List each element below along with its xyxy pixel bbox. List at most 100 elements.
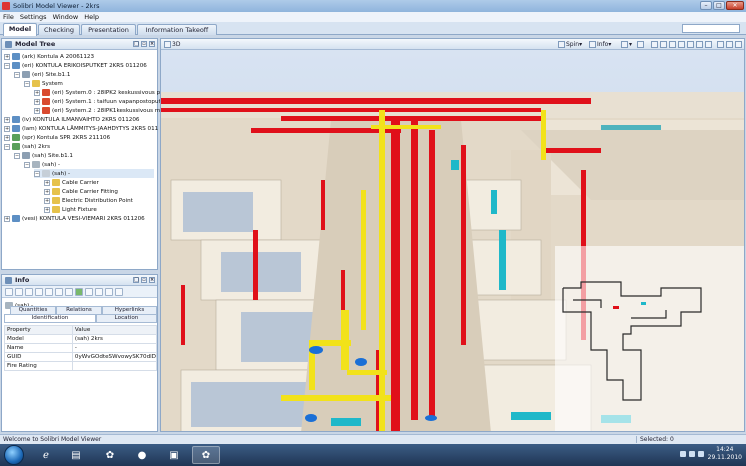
tree-row[interactable]: + (lam) KONTULA LÄMMITYS-JAAHDYTYS 2KRS 0… (4, 124, 158, 133)
tree-row[interactable]: − (sah) - (34, 169, 154, 178)
walk-button[interactable] (705, 41, 713, 48)
home-icon[interactable] (25, 287, 33, 296)
close-button[interactable]: ✕ (726, 1, 744, 10)
filter-icon[interactable] (45, 287, 53, 296)
tree-row[interactable]: + Cable Carrier Fitting (44, 187, 118, 196)
panel-close-button[interactable] (735, 41, 743, 48)
column-header-value[interactable]: Value (71, 325, 158, 335)
forward-icon[interactable] (15, 287, 23, 296)
menu-help[interactable]: Help (84, 13, 99, 21)
tree-row[interactable]: − (sah) Site.b1.1 (14, 151, 73, 160)
tree-row[interactable]: + (eri) System.1 : taifuun vapanpostoputk… (34, 97, 165, 106)
panel-restore-icon[interactable]: □ (133, 41, 139, 47)
tree-row[interactable]: + (vesi) KONTULA VESI-VIEMARI 2KRS 011206 (4, 214, 145, 223)
list-icon[interactable] (55, 287, 63, 296)
bim-3d-model-view[interactable] (161, 50, 745, 432)
menu-settings[interactable]: Settings (20, 13, 47, 21)
collapse-toggle-icon[interactable]: − (24, 161, 30, 168)
zoom-window-button[interactable] (687, 41, 695, 48)
panel-close-icon[interactable]: × (149, 277, 155, 283)
panel-restore-icon[interactable]: □ (133, 277, 139, 283)
export-icon[interactable] (95, 287, 103, 296)
expand-toggle-icon[interactable]: + (34, 107, 40, 114)
refresh-icon[interactable] (75, 287, 83, 296)
print-icon[interactable] (105, 287, 113, 296)
collapse-toggle-icon[interactable]: − (24, 80, 30, 87)
firefox-icon[interactable]: ● (128, 446, 156, 464)
panel-restore-button[interactable] (717, 41, 725, 48)
tree-row[interactable]: − (sah) - (24, 160, 60, 169)
menu-file[interactable]: File (3, 13, 14, 21)
expand-toggle-icon[interactable]: + (4, 53, 10, 60)
tree-row[interactable]: + Light Fixture (44, 205, 97, 214)
collapse-toggle-icon[interactable]: − (4, 62, 10, 69)
document-icon[interactable]: ▣ (160, 446, 188, 464)
expand-toggle-icon[interactable]: + (44, 188, 50, 195)
maximize-button[interactable]: □ (713, 1, 725, 10)
minimize-button[interactable]: – (700, 1, 712, 10)
network-icon[interactable] (680, 451, 686, 457)
tree-row[interactable]: − (eri) Site.b1.1 (14, 70, 70, 79)
flag-icon[interactable] (698, 451, 704, 457)
tree-row[interactable]: + (ark) Kontula A 20061123 (4, 52, 94, 61)
tree-row[interactable]: − (eri) KONTULA ERIKOISPUTKET 2KRS 011206 (4, 61, 147, 70)
collapse-toggle-icon[interactable]: − (34, 170, 40, 177)
tree-row[interactable]: + (spr) Kontula SPR 2KRS 211106 (4, 133, 110, 142)
expand-toggle-icon[interactable]: + (4, 215, 10, 222)
panel-close-icon[interactable]: × (149, 41, 155, 47)
collapse-toggle-icon[interactable]: − (14, 152, 20, 159)
table-row[interactable]: Fire Rating (4, 361, 158, 371)
column-header-property[interactable]: Property (4, 325, 73, 335)
expand-toggle-icon[interactable]: + (34, 98, 40, 105)
table-row[interactable]: Name - (4, 343, 158, 353)
expand-toggle-icon[interactable]: + (44, 179, 50, 186)
volume-icon[interactable] (689, 451, 695, 457)
search-input[interactable] (682, 24, 740, 33)
tree-row[interactable]: + (eri) System.2 : 28IPK1keskussivous maj (34, 106, 165, 115)
tree-row[interactable]: + (iv) KONTULA ILMANVAIHTO 2KRS 011206 (4, 115, 139, 124)
tab-model[interactable]: Model (3, 23, 37, 36)
internet-explorer-icon[interactable]: ℯ (32, 446, 60, 464)
copy-icon[interactable] (65, 287, 73, 296)
clock[interactable]: 14:24 29.11.2010 (708, 446, 742, 462)
file-explorer-icon[interactable]: ▤ (62, 446, 90, 464)
tree-row[interactable]: − (sah) 2krs (4, 142, 50, 151)
up-icon[interactable] (35, 287, 43, 296)
expand-toggle-icon[interactable]: + (4, 134, 10, 141)
tree-row[interactable]: − System (24, 79, 63, 88)
start-button[interactable] (4, 445, 24, 465)
panel-maximize-icon[interactable]: ▫ (141, 41, 147, 47)
solibri-model-viewer-task[interactable]: ✿ (192, 446, 220, 464)
tab-information-takeoff[interactable]: Information Takeoff (137, 24, 217, 35)
expand-toggle-icon[interactable]: + (34, 89, 40, 96)
settings-icon[interactable] (85, 287, 93, 296)
spin-button[interactable]: Spin ▾ (558, 41, 582, 48)
panel-maximize-icon[interactable]: ▫ (141, 277, 147, 283)
panel-maximize-button[interactable] (726, 41, 734, 48)
tree-row[interactable]: + Electric Distribution Point (44, 196, 133, 205)
expand-toggle-icon[interactable]: + (44, 197, 50, 204)
tree-row[interactable]: + (eri) System.0 : 28IPK2 keskussivous pu… (34, 88, 165, 97)
table-row[interactable]: GUID 0yWvGOdteSWvowySK70dlD (4, 352, 158, 362)
expand-toggle-icon[interactable]: + (4, 116, 10, 123)
tab-checking[interactable]: Checking (38, 24, 80, 35)
solibri-icon[interactable]: ✿ (96, 446, 124, 464)
tree-row[interactable]: + Cable Carrier (44, 178, 99, 187)
zoom-out-button[interactable] (660, 41, 668, 48)
tab-identification[interactable]: Identification (4, 314, 96, 323)
cut-button[interactable] (637, 41, 645, 48)
info-mode-button[interactable]: Info ▾ (589, 41, 611, 48)
layers-button[interactable]: ▾ (621, 41, 632, 48)
zoom-in-button[interactable] (651, 41, 659, 48)
expand-toggle-icon[interactable]: + (4, 125, 10, 132)
back-icon[interactable] (5, 287, 13, 296)
menu-window[interactable]: Window (53, 13, 79, 21)
help-icon[interactable] (115, 287, 123, 296)
tab-presentation[interactable]: Presentation (81, 24, 136, 35)
pan-button[interactable] (696, 41, 704, 48)
zoom-selected-button[interactable] (678, 41, 686, 48)
expand-toggle-icon[interactable]: + (44, 206, 50, 213)
zoom-fit-button[interactable] (669, 41, 677, 48)
table-row[interactable]: Model (sah) 2krs (4, 334, 158, 344)
collapse-toggle-icon[interactable]: − (14, 71, 20, 78)
